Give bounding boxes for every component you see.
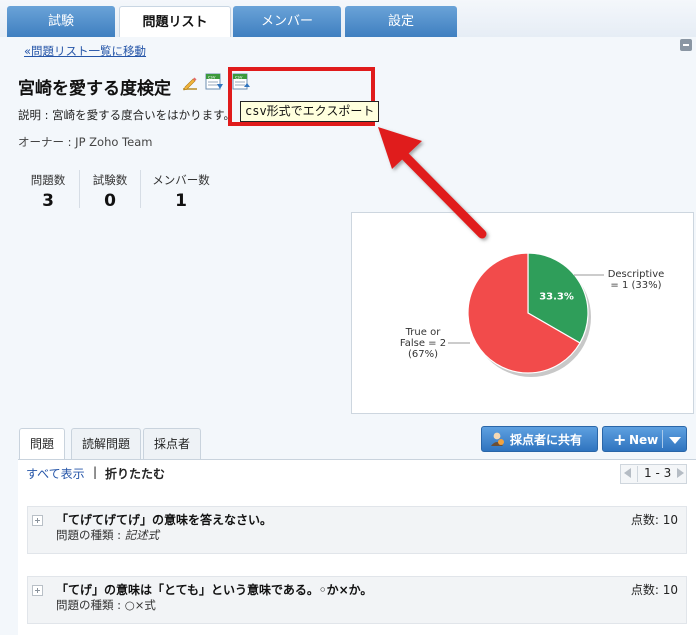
stat-label: 試験数 xyxy=(92,173,128,187)
main-content: «問題リスト一覧に移動 宮崎を愛する度検定 csv csv 説明 : 宮崎を愛す… xyxy=(0,37,696,635)
question-title: 「てげてげてげ」の意味を答えなさい。 xyxy=(56,513,273,527)
toolbar-separator: | xyxy=(93,465,98,479)
pie-label-true-false: True or False = 2 (67%) xyxy=(400,327,446,360)
pager-prev-icon[interactable] xyxy=(624,468,631,478)
stat-members: メンバー数 1 xyxy=(148,172,214,211)
stat-label: 問題数 xyxy=(30,173,66,187)
tab-question-list[interactable]: 問題リスト xyxy=(119,6,231,38)
question-item[interactable]: 「てげてげてげ」の意味を答えなさい。 問題の種類 : 記述式 点数: 10 xyxy=(27,506,687,554)
collapse-icon[interactable] xyxy=(680,39,692,51)
stat-exams: 試験数 0 xyxy=(82,172,138,211)
question-score: 点数: 10 xyxy=(630,583,678,597)
subtab-reading-questions[interactable]: 読解問題 xyxy=(71,428,142,459)
collapse-all-link[interactable]: 折りたたむ xyxy=(105,465,165,482)
question-item[interactable]: 「てげ」の意味は「とても」という意味である。◦か×か。 問題の種類 : ○×式 … xyxy=(27,576,687,624)
stat-divider xyxy=(79,170,80,208)
question-type-label: 問題の種類 : xyxy=(56,598,122,612)
stat-value: 1 xyxy=(175,191,187,211)
pager-next-icon[interactable] xyxy=(677,468,684,478)
new-button-label: New xyxy=(629,433,659,447)
chevron-down-icon[interactable] xyxy=(669,437,681,444)
plus-icon: + xyxy=(613,430,627,449)
share-button-label: 採点者に共有 xyxy=(510,433,583,447)
description-text: 説明 : 宮崎を愛する度合いをはかります。 xyxy=(18,108,236,122)
pager-separator xyxy=(637,466,638,482)
pencil-edit-icon[interactable] xyxy=(182,75,198,91)
subtab-graders[interactable]: 採点者 xyxy=(143,428,202,459)
stat-value: 0 xyxy=(104,191,116,211)
svg-text:csv: csv xyxy=(208,76,216,81)
question-score: 点数: 10 xyxy=(630,513,678,527)
expand-icon[interactable] xyxy=(32,585,43,596)
stat-divider xyxy=(140,170,141,208)
expand-icon[interactable] xyxy=(32,515,43,526)
top-tab-bar: 試験 問題リスト メンバー 設定 xyxy=(0,0,696,38)
pager-count: 1 - 3 xyxy=(644,466,672,480)
red-arrow-annotation xyxy=(378,127,487,239)
page-title: 宮崎を愛する度検定 xyxy=(18,79,171,99)
tab-exams[interactable]: 試験 xyxy=(7,6,115,37)
share-user-icon xyxy=(491,432,504,446)
subtab-questions[interactable]: 問題 xyxy=(19,428,66,460)
tab-settings[interactable]: 設定 xyxy=(345,6,457,37)
owner-text: オーナー : JP Zoho Team xyxy=(18,135,153,149)
question-title: 「てげ」の意味は「とても」という意味である。◦か×か。 xyxy=(56,583,373,597)
question-type: 問題の種類 : 記述式 xyxy=(56,527,159,543)
new-button-separator xyxy=(662,430,663,448)
export-tooltip: csv形式でエクスポート xyxy=(240,101,380,122)
stat-questions: 問題数 3 xyxy=(20,172,76,211)
stat-value: 3 xyxy=(42,191,54,211)
new-button[interactable]: + New xyxy=(602,426,687,452)
question-type: 問題の種類 : ○×式 xyxy=(56,597,156,613)
csv-import-icon[interactable]: csv xyxy=(205,72,225,92)
question-type-label: 問題の種類 : xyxy=(56,528,122,542)
show-all-link[interactable]: すべて表示 xyxy=(26,465,85,482)
share-with-graders-button[interactable]: 採点者に共有 xyxy=(481,426,598,452)
back-to-list-link[interactable]: «問題リスト一覧に移動 xyxy=(24,43,146,59)
stat-label: メンバー数 xyxy=(152,173,210,187)
question-type-value: ○×式 xyxy=(124,598,156,612)
question-type-value: 記述式 xyxy=(124,528,160,542)
pie-label-descriptive: Descriptive = 1 (33%) xyxy=(608,269,665,291)
tab-members[interactable]: メンバー xyxy=(233,6,341,37)
pie-inner-label: 33.3% xyxy=(539,292,574,303)
